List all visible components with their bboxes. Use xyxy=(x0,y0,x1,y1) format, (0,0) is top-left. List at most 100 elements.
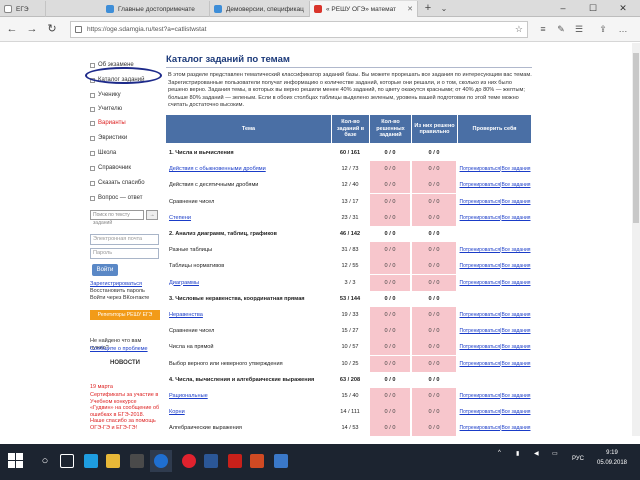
vk-login-link[interactable]: Войти через ВКонтакте xyxy=(90,295,160,302)
sidebar-item[interactable]: Варианты xyxy=(90,118,126,128)
maximize-icon[interactable]: ☐ xyxy=(578,0,608,16)
app-l-icon[interactable] xyxy=(80,450,102,472)
train-link[interactable]: Потренироваться xyxy=(460,393,501,399)
train-link[interactable]: Потренироваться xyxy=(460,215,501,221)
refresh-icon[interactable]: ↻ xyxy=(44,21,60,37)
search-icon[interactable]: ○ xyxy=(34,450,56,472)
all-tasks-link[interactable]: Все задания xyxy=(501,166,530,172)
all-tasks-link[interactable]: Все задания xyxy=(501,409,530,415)
all-tasks-link[interactable]: Все задания xyxy=(501,344,530,350)
close-tab-icon[interactable]: ✕ xyxy=(403,5,413,13)
restore-password-link[interactable]: Восстановить пароль xyxy=(90,288,160,295)
edge-browser-icon[interactable] xyxy=(150,450,172,472)
sidebar-item[interactable]: Ученику xyxy=(90,90,121,100)
report-problem-link[interactable]: Сообщите о проблеме xyxy=(90,346,160,353)
pen-icon[interactable]: ✎ xyxy=(554,22,568,36)
register-link[interactable]: Зарегистрироваться xyxy=(90,281,160,288)
promo-banner[interactable]: Репетиторы РЕШУ ЕГЭ xyxy=(90,310,160,320)
favorite-star-icon[interactable]: ☆ xyxy=(515,24,523,35)
browser-tab-3[interactable]: Демоверсии, спецификац xyxy=(210,1,310,17)
train-link[interactable]: Потренироваться xyxy=(460,182,501,188)
tray-chevron-icon[interactable]: ^ xyxy=(498,450,501,456)
train-link[interactable]: Потренироваться xyxy=(460,199,501,205)
browser-tab-active[interactable]: « РЕШУ ОГЭ» математ ✕ xyxy=(310,1,418,17)
all-tasks-link[interactable]: Все задания xyxy=(501,312,530,318)
login-button[interactable]: Войти xyxy=(92,264,118,276)
forward-arrow-icon[interactable]: → xyxy=(24,21,40,37)
page-scrollbar[interactable] xyxy=(632,43,640,436)
explorer-icon[interactable] xyxy=(270,450,292,472)
train-link[interactable]: Потренироваться xyxy=(460,425,501,431)
table-row: Алгебраические выражения 14 / 53 0 / 00 / … xyxy=(166,420,532,437)
folder-icon[interactable] xyxy=(102,450,124,472)
news-date: 19 марта xyxy=(90,384,113,390)
train-link[interactable]: Потренироваться xyxy=(460,247,501,253)
address-bar[interactable]: https://oge.sdamgia.ru/test?a=catlistwst… xyxy=(70,21,528,38)
scrollbar-thumb[interactable] xyxy=(633,53,639,223)
train-link[interactable]: Потренироваться xyxy=(460,361,501,367)
clock-date[interactable]: 05.09.2018 xyxy=(594,460,630,466)
sidebar-search-button[interactable]: → xyxy=(146,210,158,220)
browser-tab-1[interactable]: ЕГЭ xyxy=(0,1,46,17)
task-view-icon[interactable] xyxy=(56,450,78,472)
clock-time[interactable]: 9:19 xyxy=(594,450,630,456)
train-link[interactable]: Потренироваться xyxy=(460,312,501,318)
powerpoint-icon[interactable] xyxy=(246,450,268,472)
all-tasks-link[interactable]: Все задания xyxy=(501,199,530,205)
all-tasks-link[interactable]: Все задания xyxy=(501,393,530,399)
windows-start-icon[interactable] xyxy=(8,453,24,469)
checkbox-icon xyxy=(90,180,95,186)
all-tasks-link[interactable]: Все задания xyxy=(501,328,530,334)
window-close-icon[interactable]: ✕ xyxy=(608,0,638,16)
all-tasks-link[interactable]: Все задания xyxy=(501,280,530,286)
train-link[interactable]: Потренироваться xyxy=(460,344,501,350)
email-field[interactable]: Электронная почта xyxy=(90,234,159,245)
train-link[interactable]: Потренироваться xyxy=(460,263,501,269)
more-menu-icon[interactable]: … xyxy=(616,22,630,36)
tab-list-chevron-icon[interactable]: ⌄ xyxy=(437,1,451,17)
topic-cell[interactable]: Степени xyxy=(166,210,330,226)
topic-cell: Алгебраические выражения xyxy=(169,425,242,432)
browser-tab-2[interactable]: Главные достопримечате xyxy=(102,1,210,17)
topic-cell[interactable]: Действия с обыкновенными дробями xyxy=(166,161,330,177)
sidebar-item[interactable]: Вопрос — ответ xyxy=(90,193,143,203)
train-link[interactable]: Потренироваться xyxy=(460,328,501,334)
language-indicator[interactable]: РУС xyxy=(572,456,584,462)
minimize-icon[interactable]: – xyxy=(548,0,578,16)
topic-cell[interactable]: Неравенства xyxy=(166,307,330,323)
solved-cell: 0 / 0 xyxy=(370,388,410,404)
all-tasks-link[interactable]: Все задания xyxy=(501,425,530,431)
sidebar-item[interactable]: Сказать спасибо xyxy=(90,178,145,188)
acrobat-icon[interactable] xyxy=(224,450,246,472)
new-tab-button[interactable]: + xyxy=(421,1,435,17)
train-link[interactable]: Потренироваться xyxy=(460,409,501,415)
sidebar-item[interactable]: Эвристики xyxy=(90,133,127,143)
all-tasks-link[interactable]: Все задания xyxy=(501,215,530,221)
reading-list-icon[interactable]: ≡ xyxy=(536,22,550,36)
sidebar-item[interactable]: Справочник xyxy=(90,163,131,173)
train-link[interactable]: Потренироваться xyxy=(460,166,501,172)
all-tasks-link[interactable]: Все задания xyxy=(501,247,530,253)
password-field[interactable]: Пароль xyxy=(90,248,159,259)
col-header-correct: Из них решено правильно xyxy=(412,115,458,143)
all-tasks-link[interactable]: Все задания xyxy=(501,263,530,269)
sidebar-item[interactable]: Школа xyxy=(90,148,116,158)
volume-icon[interactable]: ◀ xyxy=(534,450,539,457)
sidebar-item[interactable]: Учителю xyxy=(90,104,122,114)
topic-cell[interactable]: Корни xyxy=(166,404,330,420)
train-link[interactable]: Потренироваться xyxy=(460,280,501,286)
hub-icon[interactable]: ☰ xyxy=(572,22,586,36)
word-icon[interactable] xyxy=(200,450,222,472)
all-tasks-link[interactable]: Все задания xyxy=(501,361,530,367)
store-icon[interactable] xyxy=(126,450,148,472)
share-icon[interactable]: ⇪ xyxy=(596,22,610,36)
back-arrow-icon[interactable]: ← xyxy=(4,21,20,37)
all-tasks-link[interactable]: Все задания xyxy=(501,182,530,188)
sidebar-search-input[interactable]: Поиск по тексту заданий xyxy=(90,210,144,226)
topic-cell[interactable]: Диаграммы xyxy=(166,275,330,291)
topic-cell[interactable]: Рациональные xyxy=(166,388,330,404)
battery-icon[interactable]: ▭ xyxy=(552,450,558,457)
network-icon[interactable]: ▮ xyxy=(516,450,519,457)
opera-icon[interactable] xyxy=(178,450,200,472)
count-cell: 31 / 83 xyxy=(341,247,359,254)
